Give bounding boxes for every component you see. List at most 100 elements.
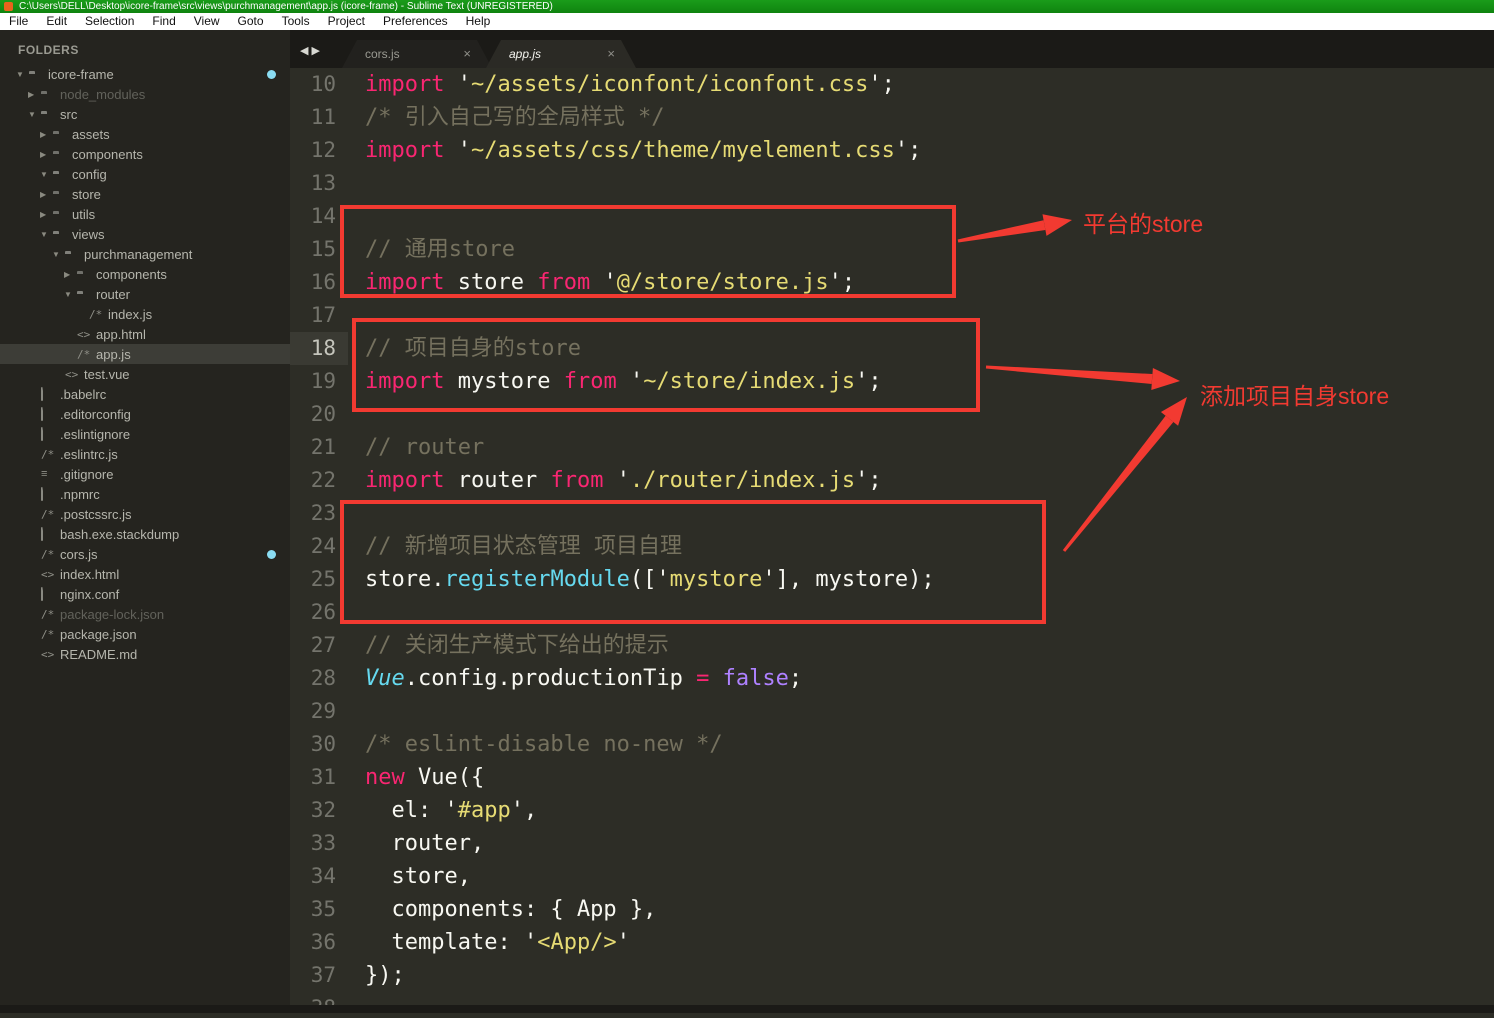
code-line-16: 16import store from '@/store/store.js';: [290, 266, 1494, 299]
code-line-18: 18// 项目自身的store: [290, 332, 1494, 365]
sidebar-item-label: components: [72, 147, 143, 162]
sidebar-item-nginx-conf[interactable]: nginx.conf: [0, 584, 290, 604]
tab-close-icon[interactable]: ×: [463, 40, 471, 68]
chevron-right-icon[interactable]: ▶: [64, 270, 77, 279]
sidebar-item-index-html[interactable]: <>index.html: [0, 564, 290, 584]
sidebar-item-app-js[interactable]: /*app.js: [0, 344, 290, 364]
tab-nav-forward-icon[interactable]: ▶: [311, 45, 322, 57]
code-line-28: 28Vue.config.productionTip = false;: [290, 662, 1494, 695]
code-line-19: 19import mystore from '~/store/index.js'…: [290, 365, 1494, 398]
line-text: import store from '@/store/store.js';: [348, 266, 855, 299]
menu-item-project[interactable]: Project: [319, 13, 374, 30]
chevron-right-icon[interactable]: ▶: [40, 190, 53, 199]
chevron-right-icon[interactable]: ▶: [40, 130, 53, 139]
chevron-down-icon[interactable]: ▼: [40, 170, 53, 179]
chevron-right-icon[interactable]: ▶: [28, 90, 41, 99]
sidebar-item-components[interactable]: ▶ components: [0, 144, 290, 164]
file-type-js-icon: /*: [41, 508, 60, 521]
menu-item-goto[interactable]: Goto: [229, 13, 273, 30]
sidebar-item-router[interactable]: ▼ router: [0, 284, 290, 304]
menu-item-view[interactable]: View: [185, 13, 229, 30]
menu-item-preferences[interactable]: Preferences: [374, 13, 457, 30]
line-number: 32: [290, 794, 348, 827]
sidebar-item--eslintignore[interactable]: .eslintignore: [0, 424, 290, 444]
sidebar-item-cors-js[interactable]: /*cors.js: [0, 544, 290, 564]
sidebar-item--gitignore[interactable]: ≡.gitignore: [0, 464, 290, 484]
sidebar-item-node-modules[interactable]: ▶node_modules: [0, 84, 290, 104]
file-type-js-icon: /*: [89, 308, 108, 321]
sidebar-item-readme-md[interactable]: <>README.md: [0, 644, 290, 664]
menu-item-tools[interactable]: Tools: [273, 13, 319, 30]
sidebar-item-package-lock-json[interactable]: /*package-lock.json: [0, 604, 290, 624]
chevron-down-icon[interactable]: ▼: [64, 290, 77, 299]
menu-item-edit[interactable]: Edit: [37, 13, 76, 30]
line-number: 11: [290, 101, 348, 134]
window-titlebar: C:\Users\DELL\Desktop\icore-frame\src\vi…: [0, 0, 1494, 13]
tab-label: app.js: [509, 40, 541, 68]
code-line-15: 15// 通用store: [290, 233, 1494, 266]
line-number: 12: [290, 134, 348, 167]
sidebar-item-label: .eslintignore: [60, 427, 130, 442]
line-number: 31: [290, 761, 348, 794]
sidebar-item-label: test.vue: [84, 367, 130, 382]
sidebar-item--postcssrc-js[interactable]: /*.postcssrc.js: [0, 504, 290, 524]
file-type-html-icon: <>: [41, 568, 60, 581]
sidebar-item-bash-exe-stackdump[interactable]: bash.exe.stackdump: [0, 524, 290, 544]
sidebar-item-label: bash.exe.stackdump: [60, 527, 179, 542]
line-number: 22: [290, 464, 348, 497]
sidebar-item-label: index.html: [60, 567, 119, 582]
code-line-38: 38: [290, 992, 1494, 1005]
line-text: import '~/assets/css/theme/myelement.css…: [348, 134, 921, 167]
line-text: // 项目自身的store: [348, 332, 581, 365]
tab-close-icon[interactable]: ×: [607, 40, 615, 68]
sidebar-item-index-js[interactable]: /*index.js: [0, 304, 290, 324]
chevron-down-icon[interactable]: ▼: [52, 250, 65, 259]
file-type-html-icon: <>: [41, 648, 60, 661]
chevron-right-icon[interactable]: ▶: [40, 150, 53, 159]
file-tree: ▼icore-frame▶node_modules▼src▶assets▶com…: [0, 64, 290, 664]
sidebar-item-src[interactable]: ▼src: [0, 104, 290, 124]
sidebar-item-app-html[interactable]: <>app.html: [0, 324, 290, 344]
sidebar-item--eslintrc-js[interactable]: /*.eslintrc.js: [0, 444, 290, 464]
sidebar-item-icore-frame[interactable]: ▼icore-frame: [0, 64, 290, 84]
sidebar-item-label: router: [96, 287, 130, 302]
sidebar-item--editorconfig[interactable]: .editorconfig: [0, 404, 290, 424]
sidebar-item-assets[interactable]: ▶assets: [0, 124, 290, 144]
sidebar-item-purchmanagement[interactable]: ▼purchmanagement: [0, 244, 290, 264]
sidebar-item-label: .gitignore: [60, 467, 113, 482]
sidebar-item-utils[interactable]: ▶utils: [0, 204, 290, 224]
code-line-24: 24// 新增项目状态管理 项目自理: [290, 530, 1494, 563]
chevron-down-icon[interactable]: ▼: [16, 70, 29, 79]
chevron-right-icon[interactable]: ▶: [40, 210, 53, 219]
menu-item-help[interactable]: Help: [457, 13, 500, 30]
line-number: 19: [290, 365, 348, 398]
tab-nav-arrows[interactable]: ◀▶: [300, 44, 323, 57]
sidebar-item-label: package-lock.json: [60, 607, 164, 622]
menu-item-selection[interactable]: Selection: [76, 13, 143, 30]
sidebar-item-config[interactable]: ▼config: [0, 164, 290, 184]
tab-nav-back-icon[interactable]: ◀: [300, 45, 311, 57]
code-line-35: 35 components: { App },: [290, 893, 1494, 926]
sidebar-item--babelrc[interactable]: .babelrc: [0, 384, 290, 404]
sidebar-item-test-vue[interactable]: <>test.vue: [0, 364, 290, 384]
sidebar-item-store[interactable]: ▶store: [0, 184, 290, 204]
line-number: 20: [290, 398, 348, 431]
chevron-down-icon[interactable]: ▼: [40, 230, 53, 239]
code-line-26: 26: [290, 596, 1494, 629]
line-number: 16: [290, 266, 348, 299]
tab-app-js[interactable]: app.js ×: [486, 40, 636, 68]
code-line-10: 10import '~/assets/iconfont/iconfont.css…: [290, 68, 1494, 101]
line-text: template: '<App/>': [348, 926, 630, 959]
tab-cors-js[interactable]: cors.js×: [342, 40, 492, 68]
file-type-file-icon: [41, 408, 60, 420]
menu-item-find[interactable]: Find: [143, 13, 184, 30]
modified-dot-icon: [267, 70, 276, 79]
sidebar-item-components[interactable]: ▶components: [0, 264, 290, 284]
sidebar-item-package-json[interactable]: /*package.json: [0, 624, 290, 644]
sidebar-item-views[interactable]: ▼views: [0, 224, 290, 244]
code-line-13: 13: [290, 167, 1494, 200]
code-area[interactable]: 10import '~/assets/iconfont/iconfont.css…: [290, 68, 1494, 1005]
chevron-down-icon[interactable]: ▼: [28, 110, 41, 119]
menu-item-file[interactable]: File: [0, 13, 37, 30]
sidebar-item--npmrc[interactable]: .npmrc: [0, 484, 290, 504]
